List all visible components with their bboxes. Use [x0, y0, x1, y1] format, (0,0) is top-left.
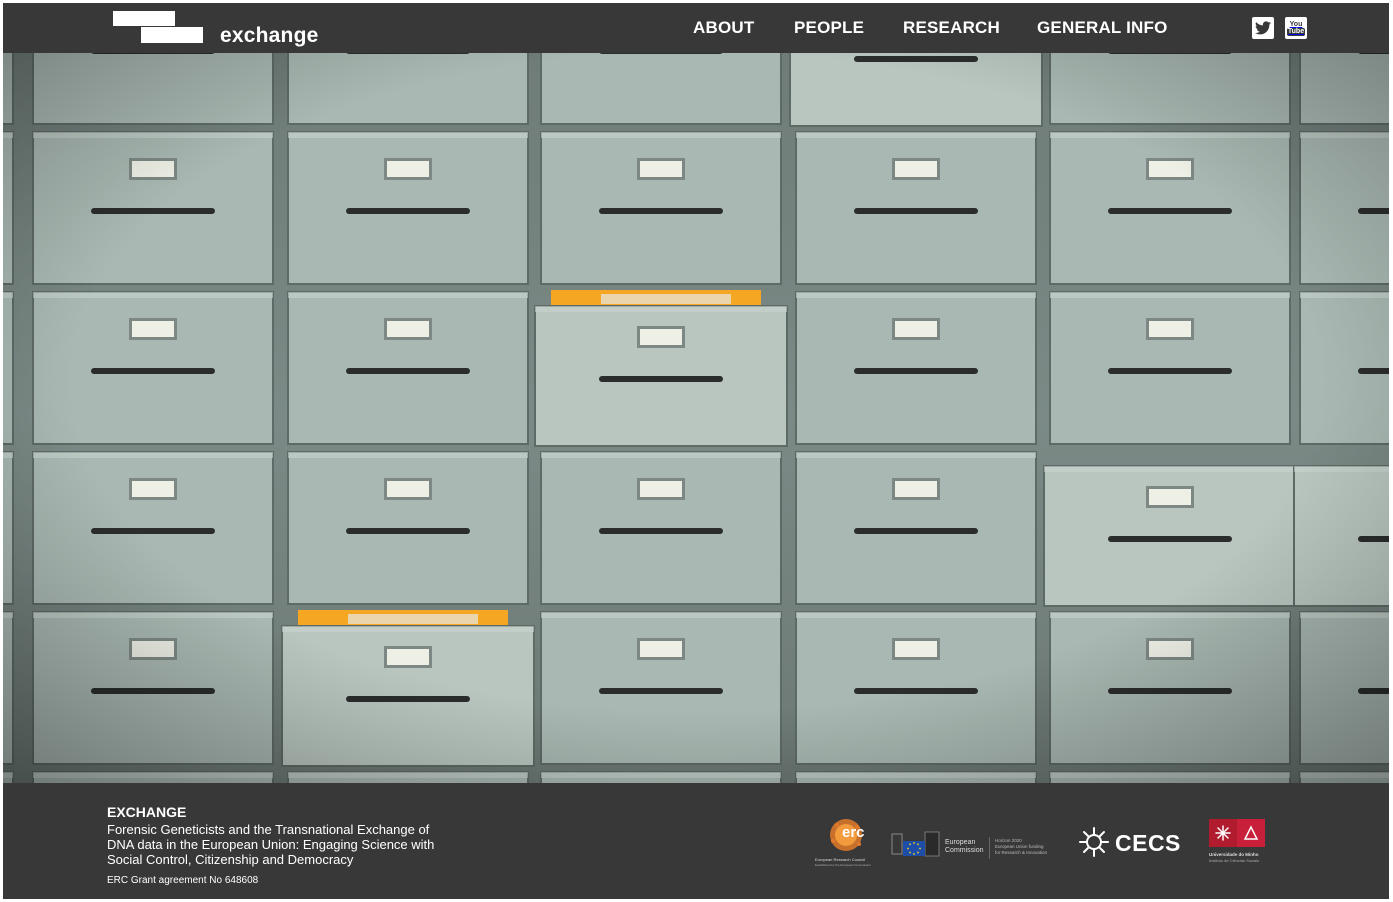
h2020-line3: for Research & Innovation [995, 850, 1048, 855]
ec-emblem-icon [891, 831, 940, 857]
erc-sub: Established by the European Commission [815, 863, 871, 867]
nav-people[interactable]: PEOPLE [794, 18, 864, 38]
european-commission-logo[interactable]: European Commission Horizon 2020 Europea… [891, 831, 1056, 863]
footer-description: Forensic Geneticists and the Transnation… [107, 822, 435, 867]
nav-research[interactable]: RESEARCH [903, 18, 1000, 38]
site-header: exchange ABOUT PEOPLE RESEARCH GENERAL I… [3, 3, 1389, 53]
nav-general-info[interactable]: GENERAL INFO [1037, 18, 1168, 38]
erc-logo[interactable]: erc European Research Council Establishe… [815, 817, 877, 873]
erc-mark: erc [842, 824, 865, 841]
uminho-sub: Instituto de Ciências Sociais [1209, 858, 1260, 863]
footer-grant: ERC Grant agreement No 648608 [107, 875, 259, 886]
page-frame: exchange ABOUT PEOPLE RESEARCH GENERAL I… [3, 3, 1389, 899]
youtube-label-bottom: Tube [1286, 27, 1306, 36]
uminho-emblem-icon [1209, 819, 1265, 847]
cecs-name: CECS [1115, 830, 1181, 856]
cecs-logo[interactable]: CECS [1077, 825, 1180, 861]
nav-about[interactable]: ABOUT [693, 18, 754, 38]
ec-name-line1: European [945, 839, 976, 846]
youtube-icon[interactable]: You Tube [1285, 17, 1307, 39]
site-footer: EXCHANGE Forensic Geneticists and the Tr… [3, 783, 1389, 899]
footer-title: EXCHANGE [107, 804, 187, 820]
youtube-label-top: You [1289, 20, 1303, 28]
filing-cabinet-illustration [3, 53, 1389, 783]
erc-name: European Research Council [815, 857, 866, 862]
twitter-icon[interactable] [1252, 17, 1274, 39]
vignette [3, 53, 1389, 783]
hero-image [3, 53, 1389, 783]
ec-name-line2: Commission [945, 847, 984, 854]
cecs-emblem-icon [1079, 827, 1109, 857]
ec-divider [989, 837, 990, 859]
main-nav: ABOUT PEOPLE RESEARCH GENERAL INFO [3, 18, 1389, 40]
uminho-logo[interactable]: Universidade do Minho Instituto de Ciênc… [1205, 819, 1275, 871]
